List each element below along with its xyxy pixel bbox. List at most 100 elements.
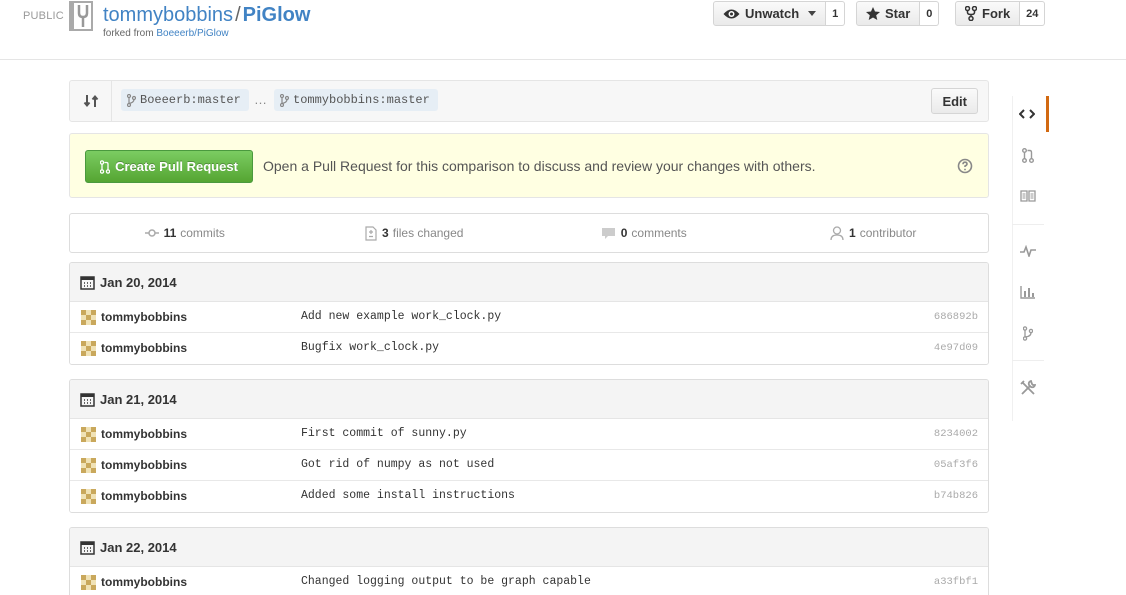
fork-icon [965,6,977,21]
branch-icon [280,93,289,107]
network-icon [1023,325,1033,341]
avatar[interactable] [81,427,96,442]
nav-settings[interactable] [1012,370,1044,406]
commit-row: tommybobbins Add new example work_clock.… [70,302,988,333]
forked-from-link[interactable]: Boeeerb/PiGlow [156,28,228,39]
contributors-label: contributor [859,226,917,240]
star-label: Star [885,6,911,21]
commit-author[interactable]: tommybobbins [101,341,187,355]
commit-author[interactable]: tommybobbins [101,427,187,441]
commit-author[interactable]: tommybobbins [101,575,187,589]
stargazers-count[interactable]: 0 [920,1,940,26]
head-branch-select[interactable]: tommybobbins:master [274,89,438,111]
commit-author[interactable]: tommybobbins [101,489,187,503]
unwatch-button[interactable]: Unwatch [713,1,827,26]
commit-message[interactable]: Got rid of numpy as not used [301,458,494,471]
code-icon [1018,109,1035,119]
commit-group-header: Jan 20, 2014 [70,263,988,302]
nav-code[interactable] [1012,96,1049,132]
create-pull-request-button[interactable]: Create Pull Request [85,150,253,183]
commit-sha[interactable]: 4e97d09 [934,342,978,354]
commit-message[interactable]: First commit of sunny.py [301,427,467,440]
head-branch-label: tommybobbins:master [293,93,430,107]
base-branch-label: Boeeerb:master [140,93,241,107]
avatar[interactable] [81,341,96,356]
nav-graphs[interactable] [1012,274,1044,310]
edit-button[interactable]: Edit [931,88,978,114]
fork-button[interactable]: Fork [955,1,1021,26]
avatar[interactable] [81,310,96,325]
calendar-icon [80,275,95,290]
commit-group-date: Jan 21, 2014 [100,391,177,407]
calendar-icon [80,392,95,407]
comments-label: comments [631,226,687,240]
commit-message[interactable]: Changed logging output to be graph capab… [301,575,591,588]
commit-author[interactable]: tommybobbins [101,458,187,472]
compare-range-bar: Boeeerb:master … tommybobbins:master Edi… [69,80,989,122]
graphs-icon [1020,286,1035,299]
commit-group-header: Jan 21, 2014 [70,380,988,419]
comments-count: 0 [620,226,628,240]
avatar[interactable] [81,575,96,590]
fork-info: forked from Boeeerb/PiGlow [103,28,229,39]
pulse-icon [1020,245,1036,257]
forked-from-prefix: forked from [103,28,154,39]
pull-request-icon [100,159,111,174]
fork-label: Fork [982,6,1011,21]
commits-count: 11 [163,226,177,240]
comment-icon [601,227,615,239]
unwatch-label: Unwatch [745,6,800,21]
star-group: Star 0 [856,1,940,26]
commit-message[interactable]: Add new example work_clock.py [301,310,501,323]
nav-network[interactable] [1012,315,1044,351]
help-icon[interactable] [957,158,973,174]
stat-commits[interactable]: 11 commits [70,214,300,252]
nav-wiki[interactable] [1012,178,1044,214]
nav-pulse[interactable] [1012,233,1044,269]
settings-icon [1020,380,1036,395]
forks-count[interactable]: 24 [1020,1,1046,26]
nav-pull-requests[interactable] [1012,137,1044,173]
commit-message[interactable]: Bugfix work_clock.py [301,341,439,354]
commit-row: tommybobbins Changed logging output to b… [70,567,988,595]
star-icon [866,7,880,20]
stat-contributors[interactable]: 1 contributor [759,214,989,252]
commit-sha[interactable]: b74b826 [934,490,978,502]
commit-sha[interactable]: a33fbf1 [934,576,978,588]
commit-row: tommybobbins Added some install instruct… [70,481,988,512]
title-separator: / [235,4,241,26]
base-branch-select[interactable]: Boeeerb:master [121,89,249,111]
pull-request-flash: Create Pull Request Open a Pull Request … [69,133,989,198]
stat-comments[interactable]: 0 comments [529,214,759,252]
fork-group: Fork 24 [955,1,1046,26]
files-count: 3 [382,226,389,240]
star-button[interactable]: Star [856,1,921,26]
stat-files[interactable]: 3 files changed [300,214,530,252]
file-diff-icon [365,225,377,241]
avatar[interactable] [81,489,96,504]
owner-link[interactable]: tommybobbins [103,4,233,26]
commit-sha[interactable]: 686892b [934,311,978,323]
commit-group: Jan 20, 2014 tommybobbins Add new exampl… [69,262,989,365]
nav-divider [1012,224,1044,225]
chevron-down-icon [808,11,817,16]
nav-divider [1012,360,1044,361]
commit-message[interactable]: Added some install instructions [301,489,515,502]
commit-row: tommybobbins Bugfix work_clock.py 4e97d0… [70,333,988,364]
commit-row: tommybobbins First commit of sunny.py 82… [70,419,988,450]
contributors-count: 1 [849,226,856,240]
contributor-icon [830,225,844,240]
repo-title: tommybobbins / PiGlow [103,4,310,27]
commit-group-date: Jan 20, 2014 [100,274,177,290]
wiki-icon [1020,190,1036,202]
watchers-count[interactable]: 1 [826,1,846,26]
commit-sha[interactable]: 05af3f6 [934,459,978,471]
commit-group: Jan 21, 2014 tommybobbins First commit o… [69,379,989,513]
compare-stats: 11 commits 3 files changed 0 comments 1 cont… [69,213,989,253]
flash-message: Open a Pull Request for this comparison … [263,158,816,174]
swap-compare-button[interactable] [70,81,112,121]
avatar[interactable] [81,458,96,473]
commit-author[interactable]: tommybobbins [101,310,187,324]
commit-sha[interactable]: 8234002 [934,428,978,440]
repo-name-link[interactable]: PiGlow [243,4,311,26]
